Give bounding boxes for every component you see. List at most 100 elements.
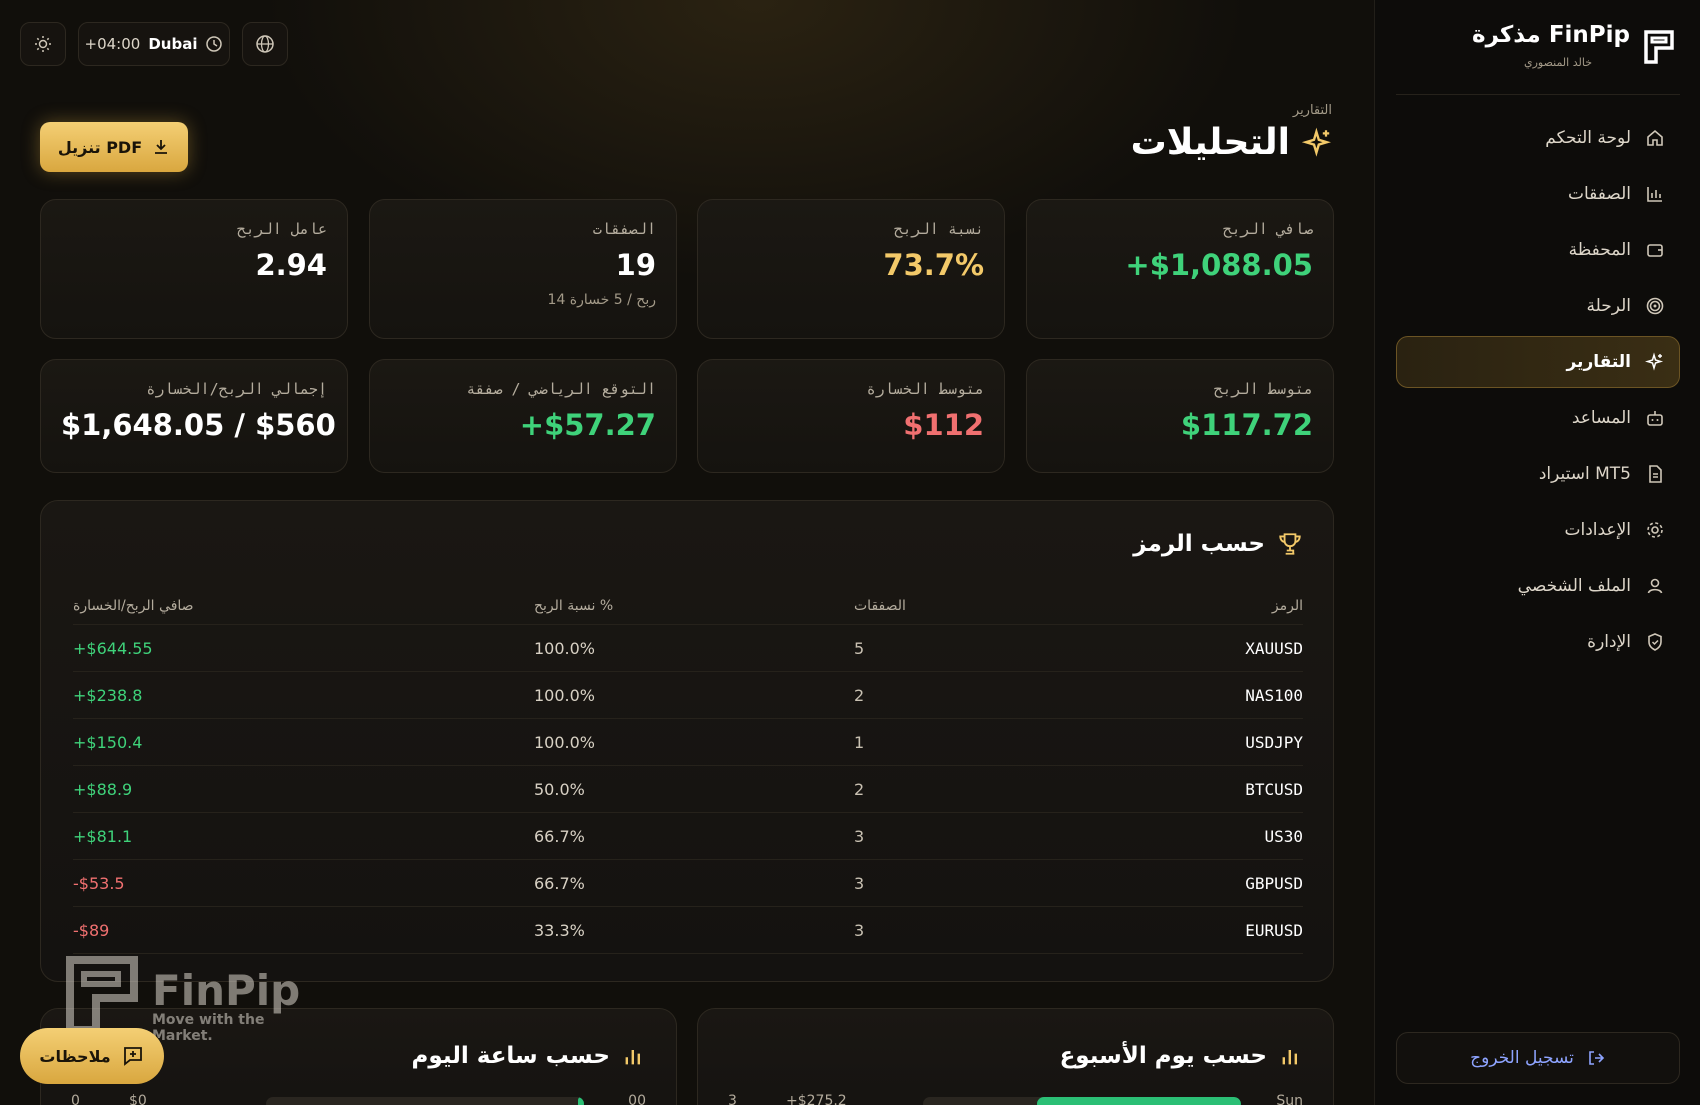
logout-icon [1589,1051,1604,1065]
net-pnl-cell: -$89 [73,920,110,940]
finpip-watermark: FinPip Move with the Market. [66,956,326,1044]
trades-cell: 3 [854,920,865,940]
net-pnl-cell: +$238.8 [73,685,143,705]
net-pnl-cell: -$53.5 [73,873,125,893]
sidebar-item-label: المساعد [1571,408,1631,428]
sidebar-item-admin[interactable]: الإدارة [1396,616,1680,668]
gear-icon [1645,520,1665,540]
weekday-bar-track [923,1097,1241,1105]
sidebar-item-label: الإدارة [1587,632,1631,652]
shield-icon [1645,632,1665,652]
stat-value: +$57.27 [519,408,656,442]
target-icon [1645,296,1665,316]
stat-value: 19 [615,248,656,282]
panel-title: حسب ساعة اليوم [411,1043,610,1069]
sidebar-item-label: لوحة التحكم [1545,128,1631,148]
timezone-button[interactable]: +04:00 Dubai [78,22,230,66]
table-row[interactable]: NAS100 2 100.0% +$238.8 [73,672,1303,719]
table-row[interactable]: EURUSD 3 33.3% -$89 [73,907,1303,954]
page-title: التحليلات [1130,122,1290,163]
col-header-symbol[interactable]: الرمز [1272,587,1303,624]
bot-icon [1645,408,1665,428]
symbol-cell: XAUUSD [1245,638,1303,658]
breadcrumb[interactable]: التقارير [1293,103,1332,118]
sidebar-item-label: استيراد MT5 [1538,464,1631,484]
stat-card-expectancy: التوقع الرياضي / صفقة +$57.27 [369,359,677,473]
win-rate-cell: 100.0% [534,685,596,705]
net-pnl-cell: +$88.9 [73,779,133,799]
trades-cell: 5 [854,638,865,658]
sparkles-icon [1645,352,1665,372]
stat-card-profit-factor: عامل الربح 2.94 [40,199,348,339]
table-row[interactable]: BTCUSD 2 50.0% +$88.9 [73,766,1303,813]
trades-cell: 3 [854,873,865,893]
theme-toggle-button[interactable] [20,22,66,66]
bar-chart-icon [625,1050,640,1065]
trophy-icon [1279,533,1301,555]
sidebar-item-journey[interactable]: الرحلة [1396,280,1680,332]
panel-header: حسب يوم الأسبوع [1060,1043,1303,1069]
sidebar-item-reports[interactable]: التقارير [1396,336,1680,388]
trades-cell: 1 [854,732,865,752]
trades-cell: 3 [854,826,865,846]
notes-button[interactable]: ملاحظات [20,1028,164,1084]
download-pdf-label: تنزيل PDF [57,137,143,157]
wallet-icon [1645,240,1665,260]
weekday-row: Sun +$275.2 3 [728,1093,1303,1105]
sidebar-item-trades[interactable]: الصفقات [1396,168,1680,220]
sidebar-item-profile[interactable]: الملف الشخصي [1396,560,1680,612]
sidebar-item-label: الرحلة [1586,296,1631,316]
table-row[interactable]: XAUUSD 5 100.0% +$644.55 [73,625,1303,672]
col-header-trades[interactable]: الصفقات [854,587,906,624]
top-bar: +04:00 Dubai [20,22,288,66]
sidebar-item-assistant[interactable]: المساعد [1396,392,1680,444]
symbol-cell: BTCUSD [1245,779,1303,799]
table-row[interactable]: USDJPY 1 100.0% +$150.4 [73,719,1303,766]
stat-card-trades: الصفقات 19 14 ربح / 5 خسارة [369,199,677,339]
stat-label: عامل الربح [236,220,327,238]
stat-value: 73.7% [883,248,984,282]
stat-label: الصفقات [592,220,656,238]
col-header-net[interactable]: صافي الربح/الخسارة [73,587,194,624]
panel-header: حسب ساعة اليوم [412,1043,646,1069]
logout-button[interactable]: تسجيل الخروج [1396,1032,1680,1084]
symbol-cell: USDJPY [1245,732,1303,752]
sparkles-icon [1302,127,1331,157]
sidebar: مذكرة FinPip خالد المنصوري لوحة التحكم ا… [1374,0,1700,1105]
logout-label: تسجيل الخروج [1470,1048,1574,1068]
brand[interactable]: مذكرة FinPip خالد المنصوري [1394,22,1674,74]
col-header-win-rate[interactable]: نسبة الربح % [534,587,613,624]
brand-user-name: خالد المنصوري [1523,56,1592,69]
brand-title: مذكرة FinPip [1472,22,1630,48]
watermark-tagline: Move with the Market. [152,1012,265,1044]
download-pdf-button[interactable]: تنزيل PDF [40,122,188,172]
stat-value: $112 [903,408,984,442]
win-rate-cell: 33.3% [534,920,585,940]
weekday-count: 3 [728,1093,737,1105]
globe-icon [256,35,274,53]
add-note-icon [123,1047,142,1066]
symbol-cell: GBPUSD [1245,873,1303,893]
table-row[interactable]: US30 3 66.7% +$81.1 [73,813,1303,860]
finpip-logo-icon [1644,30,1674,64]
bar-chart-icon [1282,1050,1297,1065]
win-rate-cell: 100.0% [534,732,596,752]
symbol-cell: NAS100 [1245,685,1303,705]
weekday-value: +$275.2 [786,1093,847,1105]
finpip-watermark-logo-icon [66,956,138,1034]
panel-title: حسب الرمز [1133,531,1265,557]
panel-title: حسب يوم الأسبوع [1059,1043,1267,1069]
sidebar-item-settings[interactable]: الإعدادات [1396,504,1680,556]
table-row[interactable]: GBPUSD 3 66.7% -$53.5 [73,860,1303,907]
hour-label: 00 [628,1093,646,1105]
language-button[interactable] [242,22,288,66]
sidebar-item-mt5-import[interactable]: استيراد MT5 [1396,448,1680,500]
file-icon [1645,464,1665,484]
win-rate-cell: 50.0% [534,779,585,799]
stat-label: متوسط الخسارة [866,380,984,398]
sidebar-item-portfolio[interactable]: المحفظة [1396,224,1680,276]
sidebar-item-dashboard[interactable]: لوحة التحكم [1396,112,1680,164]
trades-cell: 2 [854,779,865,799]
stat-card-gross: إجمالي الربح/الخسارة $1,648.05 / $560 [40,359,348,473]
stat-card-avg-win: متوسط الربح $117.72 [1026,359,1334,473]
